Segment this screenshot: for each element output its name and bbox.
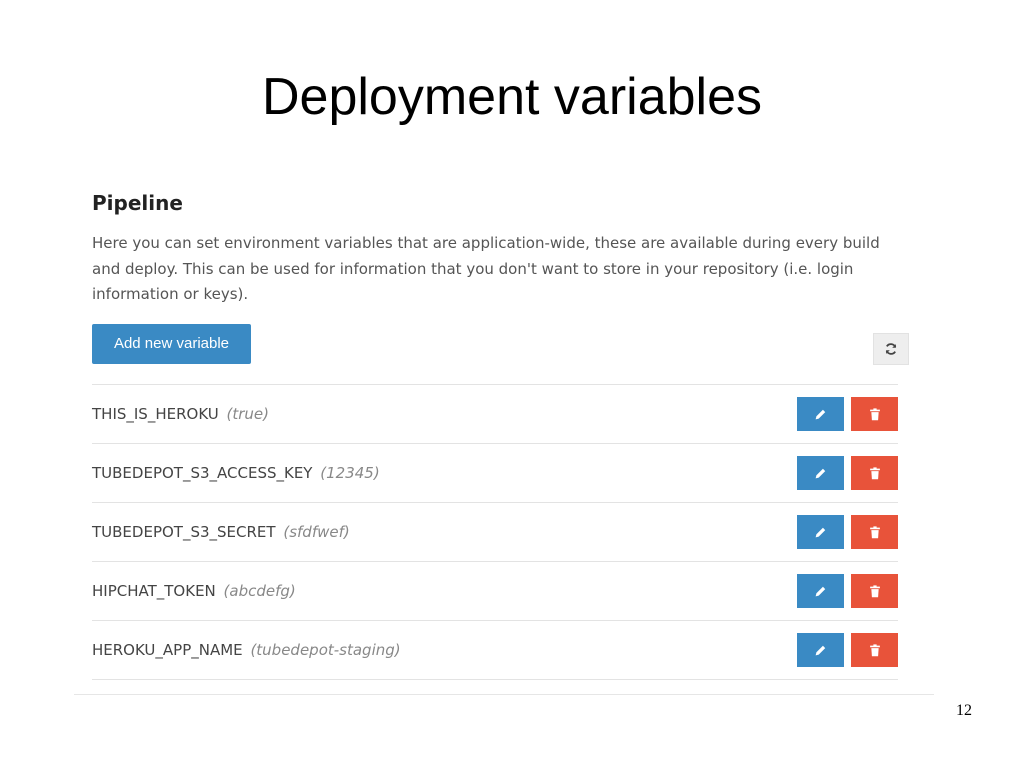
edit-variable-button[interactable] [797, 456, 844, 490]
delete-variable-button[interactable] [851, 515, 898, 549]
variable-row: HEROKU_APP_NAME (tubedepot-staging) [92, 621, 898, 680]
delete-variable-button[interactable] [851, 397, 898, 431]
trash-icon [869, 643, 880, 656]
variable-name: HIPCHAT_TOKEN [92, 582, 216, 600]
delete-variable-button[interactable] [851, 456, 898, 490]
trash-icon [869, 466, 880, 479]
bottom-divider [74, 694, 934, 695]
edit-variable-button[interactable] [797, 574, 844, 608]
refresh-button[interactable] [873, 333, 909, 365]
edit-variable-button[interactable] [797, 633, 844, 667]
trash-icon [869, 407, 880, 420]
variable-name: HEROKU_APP_NAME [92, 641, 243, 659]
variable-name: TUBEDEPOT_S3_ACCESS_KEY [92, 464, 313, 482]
section-description: Here you can set environment variables t… [92, 234, 880, 303]
variable-row: TUBEDEPOT_S3_ACCESS_KEY (12345) [92, 444, 898, 503]
variable-value: (tubedepot-staging) [250, 641, 401, 659]
delete-variable-button[interactable] [851, 574, 898, 608]
section-heading: Pipeline [92, 191, 183, 215]
edit-variable-button[interactable] [797, 515, 844, 549]
pencil-icon [815, 409, 826, 419]
add-new-variable-button[interactable]: Add new variable [92, 324, 251, 364]
variable-row: TUBEDEPOT_S3_SECRET (sfdfwef) [92, 503, 898, 562]
pencil-icon [815, 586, 826, 596]
variable-row: HIPCHAT_TOKEN (abcdefg) [92, 562, 898, 621]
trash-icon [869, 584, 880, 597]
variables-list: THIS_IS_HEROKU (true) TUBEDEPOT_S3_ACCES… [92, 384, 898, 680]
variable-value: (abcdefg) [223, 582, 296, 600]
trash-icon [869, 525, 880, 538]
variable-name: TUBEDEPOT_S3_SECRET [92, 523, 276, 541]
edit-variable-button[interactable] [797, 397, 844, 431]
page-number: 12 [956, 702, 972, 719]
variable-name: THIS_IS_HEROKU [92, 405, 219, 423]
variable-value: (12345) [320, 464, 380, 482]
refresh-icon [885, 343, 897, 355]
pipeline-panel: Pipeline Here you can set environment va… [92, 186, 898, 308]
variable-value: (true) [226, 405, 270, 423]
variable-value: (sfdfwef) [283, 523, 350, 541]
pencil-icon [815, 645, 826, 655]
variables-toolbar: Add new variable [92, 324, 909, 365]
variable-row: THIS_IS_HEROKU (true) [92, 385, 898, 444]
delete-variable-button[interactable] [851, 633, 898, 667]
pencil-icon [815, 468, 826, 478]
slide-title: Deployment variables [261, 68, 763, 126]
pencil-icon [815, 527, 826, 537]
